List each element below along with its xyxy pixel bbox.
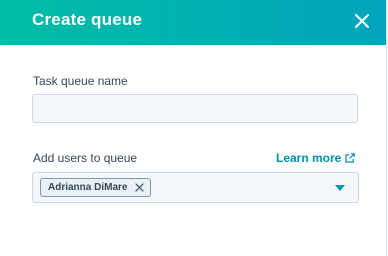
add-users-label: Add users to queue	[33, 151, 138, 165]
caret-down-icon[interactable]	[335, 185, 345, 191]
queue-name-input[interactable]	[32, 94, 358, 123]
panel-header: Create queue	[0, 0, 386, 45]
learn-more-label: Learn more	[276, 151, 342, 165]
close-icon	[355, 14, 369, 28]
create-queue-panel: Create queue Task queue name Add users t…	[0, 0, 387, 256]
queue-name-label: Task queue name	[33, 74, 128, 88]
panel-title: Create queue	[32, 10, 143, 29]
remove-tag-icon[interactable]	[135, 183, 145, 192]
user-tag: Adrianna DiMare	[40, 178, 152, 197]
learn-more-link[interactable]: Learn more	[276, 151, 356, 165]
user-tag-label: Adrianna DiMare	[48, 182, 128, 193]
users-select[interactable]: Adrianna DiMare	[32, 172, 359, 203]
external-link-icon	[345, 153, 356, 163]
close-button[interactable]	[350, 9, 374, 33]
